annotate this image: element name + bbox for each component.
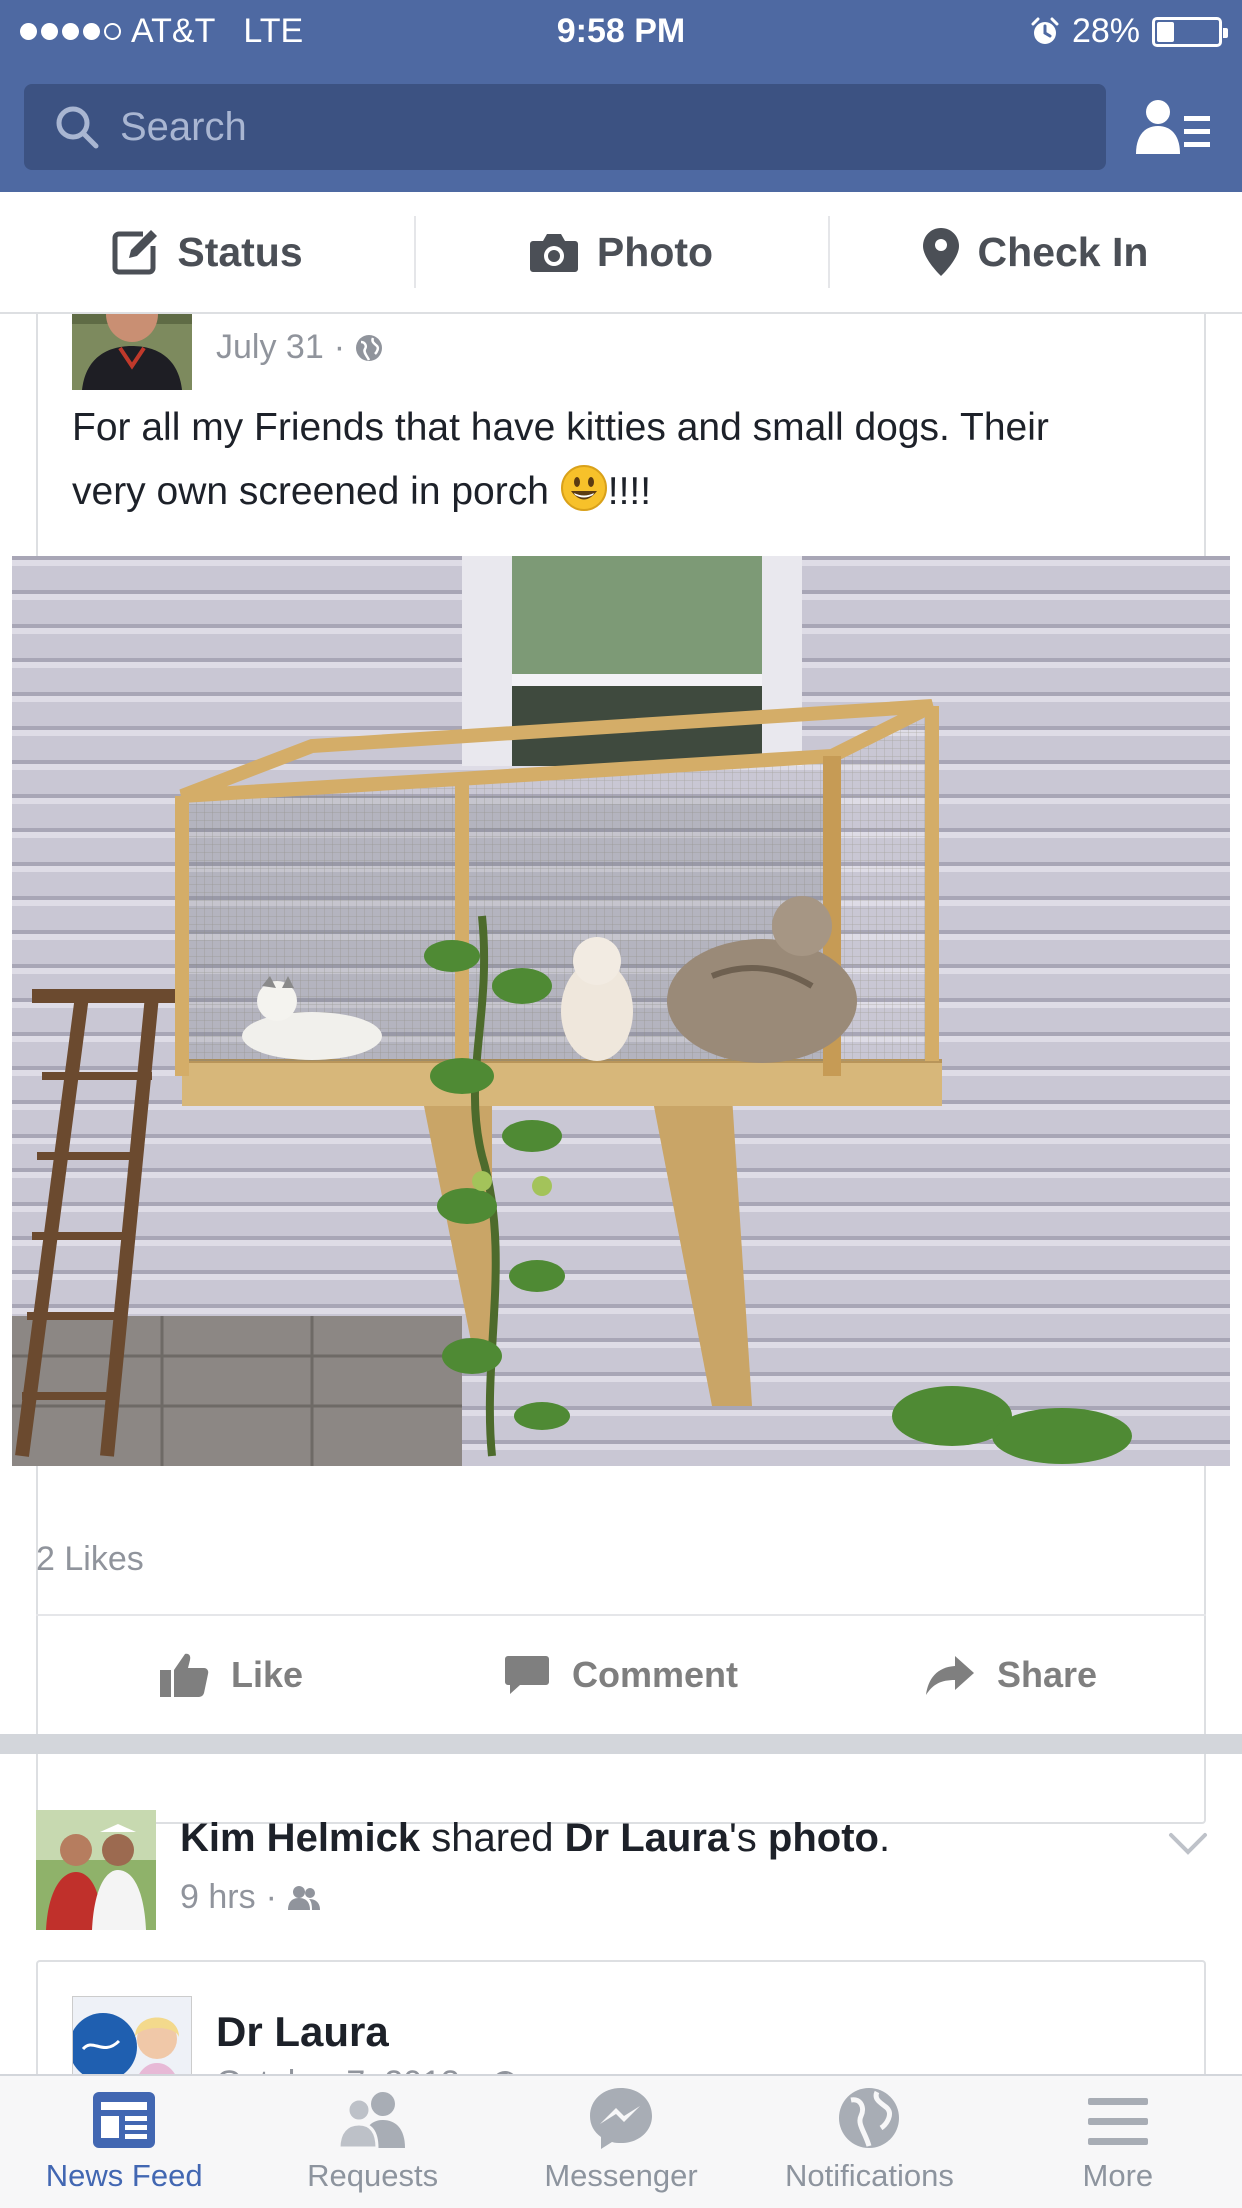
composer-bar: Status Photo Check In: [0, 192, 1242, 314]
battery-icon: [1152, 16, 1228, 47]
camera-icon: [529, 234, 578, 272]
owner-name[interactable]: Dr Laura: [565, 1816, 730, 1860]
like-count[interactable]: 2 Likes: [36, 1540, 144, 1579]
period-text: .: [878, 1816, 891, 1860]
notifications-globe-icon: [839, 2088, 900, 2148]
post-text-line2: very own screened in porch: [72, 470, 549, 513]
photo-link[interactable]: photo: [768, 1816, 879, 1860]
photo-button[interactable]: Photo: [414, 192, 828, 312]
menu-icon: [1087, 2098, 1148, 2145]
like-label: Like: [230, 1654, 304, 1695]
location-pin-icon: [922, 228, 959, 276]
tab-more[interactable]: More: [994, 2076, 1242, 2208]
feed-separator: [0, 1734, 1242, 1754]
photo-label: Photo: [596, 228, 714, 275]
tab-notifications[interactable]: Notifications: [745, 2076, 993, 2208]
story-timestamp[interactable]: 9 hrs ·: [180, 1878, 321, 1917]
post-actions: Like Comment Share: [36, 1616, 1206, 1734]
check-in-button[interactable]: Check In: [828, 192, 1242, 312]
search-placeholder: Search: [120, 104, 247, 149]
verb-text: shared: [420, 1816, 565, 1860]
shared-author-name[interactable]: Dr Laura: [216, 2008, 389, 2056]
status-label: Status: [177, 228, 303, 275]
story-headline: Kim Helmick shared Dr Laura's photo.: [180, 1816, 890, 1861]
tab-messenger-label: Messenger: [544, 2158, 698, 2193]
search-icon: [56, 106, 99, 149]
tab-more-label: More: [1082, 2158, 1154, 2193]
alarm-icon: [1031, 17, 1059, 44]
author-avatar[interactable]: [72, 314, 192, 390]
battery-percent: 28%: [1071, 12, 1140, 50]
friends-list-button[interactable]: [1134, 96, 1214, 160]
status-bar: AT&T LTE 9:58 PM 28%: [0, 0, 1242, 62]
friends-list-icon: [1136, 100, 1210, 154]
post-text-suffix: !!!!: [607, 470, 652, 513]
post-photo[interactable]: [12, 556, 1230, 1466]
public-globe-icon: [356, 334, 383, 361]
status-button[interactable]: Status: [0, 192, 414, 312]
messenger-icon: [590, 2088, 653, 2149]
smiley-emoji-icon: [560, 465, 607, 511]
share-button[interactable]: Share: [816, 1616, 1206, 1734]
news-feed-icon: [93, 2092, 156, 2148]
requests-icon: [337, 2092, 405, 2150]
friends-audience-icon: [287, 1885, 320, 1910]
post-date: July 31: [216, 328, 324, 366]
bottom-tab-bar: News Feed Requests Messenger Notificatio…: [0, 2074, 1242, 2208]
chevron-down-icon[interactable]: [1168, 1832, 1208, 1856]
post-timestamp[interactable]: July 31 ·: [216, 328, 383, 367]
comment-button[interactable]: Comment: [426, 1616, 816, 1734]
kim-helmick-avatar[interactable]: [36, 1810, 156, 1930]
actor-name[interactable]: Kim Helmick: [180, 1816, 420, 1860]
tab-messenger[interactable]: Messenger: [497, 2076, 745, 2208]
battery-fill: [1157, 21, 1174, 42]
like-button[interactable]: Like: [36, 1616, 426, 1734]
comment-label: Comment: [571, 1654, 738, 1695]
tab-news-feed-label: News Feed: [45, 2158, 203, 2193]
top-header: AT&T LTE 9:58 PM 28% Search: [0, 0, 1242, 192]
possessive-text: 's: [729, 1816, 768, 1860]
dr-laura-avatar[interactable]: [72, 1996, 192, 2074]
news-feed[interactable]: July 31 · For all my Friends that have k…: [0, 314, 1242, 2074]
edit-icon: [112, 230, 158, 275]
battery-info: 28%: [1030, 12, 1228, 51]
tab-news-feed[interactable]: News Feed: [0, 2076, 248, 2208]
story-time: 9 hrs: [180, 1878, 256, 1916]
shared-post-date[interactable]: October 7, 2013 ·: [216, 2064, 519, 2074]
tab-requests-label: Requests: [307, 2158, 439, 2193]
meta-separator: ·: [333, 328, 346, 366]
tab-notifications-label: Notifications: [784, 2158, 954, 2193]
shared-content-card[interactable]: [36, 1960, 1206, 2074]
share-label: Share: [996, 1654, 1098, 1695]
meta-separator: ·: [470, 2064, 481, 2074]
post-text-line1: For all my Friends that have kitties and…: [72, 406, 1049, 449]
post-message: For all my Friends that have kitties and…: [72, 396, 1172, 524]
tab-requests[interactable]: Requests: [248, 2076, 496, 2208]
shared-date: October 7, 2013: [216, 2064, 460, 2074]
meta-separator: ·: [265, 1878, 277, 1916]
thumbs-up-icon: [159, 1653, 209, 1697]
search-input[interactable]: Search: [24, 84, 1106, 170]
share-arrow-icon: [925, 1656, 974, 1695]
check-in-label: Check In: [977, 228, 1149, 275]
comment-icon: [504, 1656, 549, 1694]
